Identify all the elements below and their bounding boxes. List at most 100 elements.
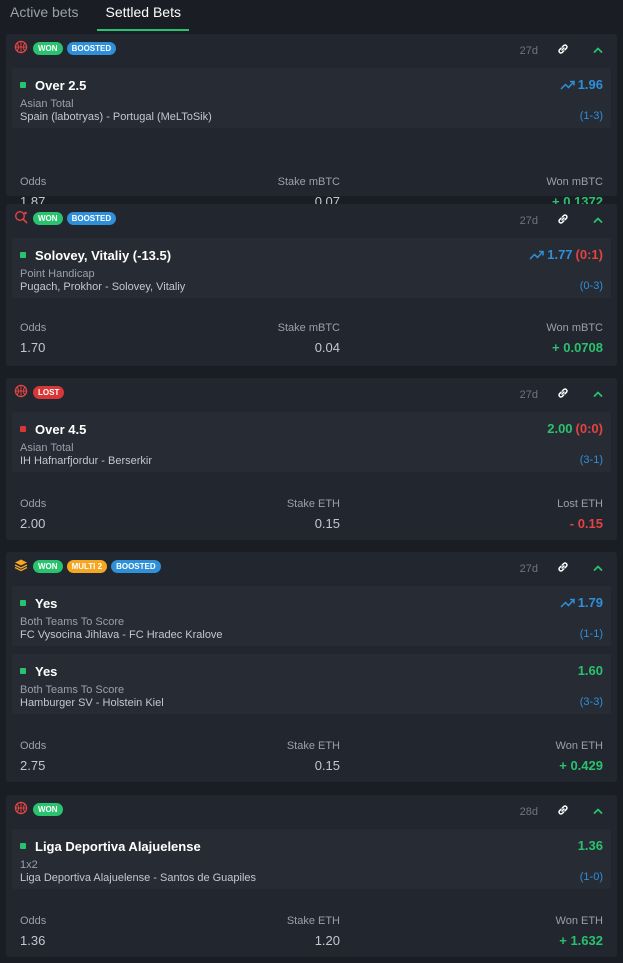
selection-event: Hamburger SV - Holstein Kiel	[20, 697, 164, 709]
selection-odds: 1.96	[560, 77, 603, 92]
selection-odds-value: 1.60	[577, 663, 603, 678]
bet-selection: Yes Both Teams To Score FC Vysocina Jihlav…	[12, 586, 611, 646]
selection-odds-value: 1.36	[577, 838, 603, 853]
selection-status-dot	[20, 600, 26, 606]
share-link-icon[interactable]	[556, 42, 570, 56]
status-badge: LOST	[33, 386, 65, 399]
result-value: + 0.0708	[552, 340, 603, 355]
selection-market: Asian Total	[20, 98, 74, 110]
bet-badges: WON	[33, 803, 63, 816]
selection-event: IH Hafnarfjordur - Berserkir	[20, 455, 153, 467]
stake-label: Stake mBTC	[277, 322, 340, 334]
stake-value: 1.20	[314, 933, 340, 948]
bet-badges: WON BOOSTED	[33, 212, 117, 225]
selection-event: FC Vysocina Jihlava - FC Hradec Kralove	[20, 629, 223, 641]
basketball-icon	[14, 801, 28, 815]
bet-card-header: WON BOOSTED 27d	[6, 204, 617, 236]
odds-label: Odds	[20, 915, 47, 927]
bets-tabs: Active bets Settled Bets	[0, 0, 623, 31]
selection-odds: 1.77 (0:1)	[529, 247, 603, 262]
selection-market: Asian Total	[20, 442, 74, 454]
share-link-icon[interactable]	[556, 560, 570, 574]
bet-time: 27d	[519, 389, 538, 401]
selection-status-dot	[20, 426, 26, 432]
status-badge: BOOSTED	[66, 42, 117, 55]
selection-odds: 2.00 (0:0)	[547, 421, 603, 436]
bet-summary: Odds 2.00 Stake ETH 0.15 Lost ETH - 0.15	[12, 484, 611, 538]
bet-summary: Odds 1.70 Stake mBTC 0.04 Won mBTC + 0.0708	[12, 308, 611, 362]
bet-card-header: WON BOOSTED 27d	[6, 34, 617, 66]
status-badge: BOOSTED	[66, 212, 117, 225]
selection-market: Both Teams To Score	[20, 684, 125, 696]
selection-name: Yes	[35, 596, 58, 611]
selection-live-score: (0:0)	[575, 421, 603, 436]
bet-card: WON BOOSTED 27d Over 2.5 Asian Total Spain (l…	[6, 34, 617, 209]
selection-odds: 1.60	[578, 663, 603, 678]
selection-status-dot	[20, 668, 26, 674]
bet-badges: WON BOOSTED	[33, 42, 117, 55]
bet-selection: Yes Both Teams To Score Hamburger SV - Hol…	[12, 654, 611, 714]
selection-final-score: (1-3)	[579, 110, 603, 122]
selection-name: Over 2.5	[35, 78, 87, 93]
total-odds-value: 1.70	[20, 340, 46, 355]
result-label: Lost ETH	[557, 498, 603, 510]
tab-active-bets[interactable]: Active bets	[10, 0, 78, 31]
result-value: - 0.15	[569, 516, 603, 531]
bet-summary: Odds 1.36 Stake ETH 1.20 Won ETH + 1.632	[12, 901, 611, 955]
stake-label: Stake mBTC	[277, 176, 340, 188]
collapse-chevron-icon[interactable]	[591, 804, 605, 818]
bet-summary: Odds 2.75 Stake ETH 0.15 Won ETH + 0.429	[12, 726, 611, 780]
bet-badges: WON MULTI 2 BOOSTED	[33, 560, 161, 573]
selection-odds: 1.79	[560, 595, 603, 610]
stake-label: Stake ETH	[286, 915, 340, 927]
selection-final-score: (1-0)	[579, 871, 603, 883]
bet-card: LOST 27d Over 4.5 Asian Total IH Hafnarfjord…	[6, 378, 617, 540]
selection-odds: 1.36	[578, 838, 603, 853]
share-link-icon[interactable]	[556, 803, 570, 817]
bet-selection: Over 4.5 Asian Total IH Hafnarfjordur - Be…	[12, 412, 611, 472]
selection-odds-value: 1.79	[577, 595, 603, 610]
selection-odds-value: 2.00	[547, 421, 573, 436]
selection-name: Yes	[35, 664, 58, 679]
selection-market: 1x2	[20, 859, 38, 871]
selection-odds-value: 1.96	[577, 77, 603, 92]
collapse-chevron-icon[interactable]	[591, 213, 605, 227]
bet-card-header: WON 28d	[6, 795, 617, 827]
total-odds-value: 2.00	[20, 516, 46, 531]
share-link-icon[interactable]	[556, 386, 570, 400]
status-badge: MULTI 2	[66, 560, 108, 573]
bet-card: WON 28d Liga Deportiva Alajuelense 1x2 Liga …	[6, 795, 617, 957]
boosted-trend-icon	[560, 598, 575, 608]
boosted-trend-icon	[529, 250, 544, 260]
bet-time: 27d	[519, 215, 538, 227]
selection-live-score: (0:1)	[575, 247, 603, 262]
multi-layers-icon	[14, 558, 28, 572]
result-value: + 1.632	[559, 933, 603, 948]
bet-time: 28d	[519, 806, 538, 818]
boosted-trend-icon	[560, 80, 575, 90]
selection-status-dot	[20, 82, 26, 88]
selection-final-score: (0-3)	[579, 280, 603, 292]
collapse-chevron-icon[interactable]	[591, 561, 605, 575]
tab-settled-bets[interactable]: Settled Bets	[97, 0, 189, 31]
collapse-chevron-icon[interactable]	[591, 43, 605, 57]
selection-status-dot	[20, 843, 26, 849]
result-label: Won ETH	[555, 915, 603, 927]
selection-market: Both Teams To Score	[20, 616, 125, 628]
selection-event: Pugach, Prokhor - Solovey, Vitaliy	[20, 281, 186, 293]
selection-final-score: (3-1)	[579, 454, 603, 466]
status-badge: WON	[33, 212, 63, 225]
result-label: Won mBTC	[546, 176, 603, 188]
selection-event: Spain (labotryas) - Portugal (MeLToSik)	[20, 111, 212, 123]
stake-value: 0.04	[314, 340, 340, 355]
selection-final-score: (3-3)	[579, 696, 603, 708]
share-link-icon[interactable]	[556, 212, 570, 226]
status-badge: WON	[33, 42, 63, 55]
total-odds-value: 1.36	[20, 933, 46, 948]
bet-time: 27d	[519, 45, 538, 57]
collapse-chevron-icon[interactable]	[591, 387, 605, 401]
stake-label: Stake ETH	[286, 740, 340, 752]
selection-market: Point Handicap	[20, 268, 95, 280]
bet-card: WON MULTI 2 BOOSTED 27d Yes Both Teams To Sco…	[6, 552, 617, 782]
bet-card-header: WON MULTI 2 BOOSTED 27d	[6, 552, 617, 584]
